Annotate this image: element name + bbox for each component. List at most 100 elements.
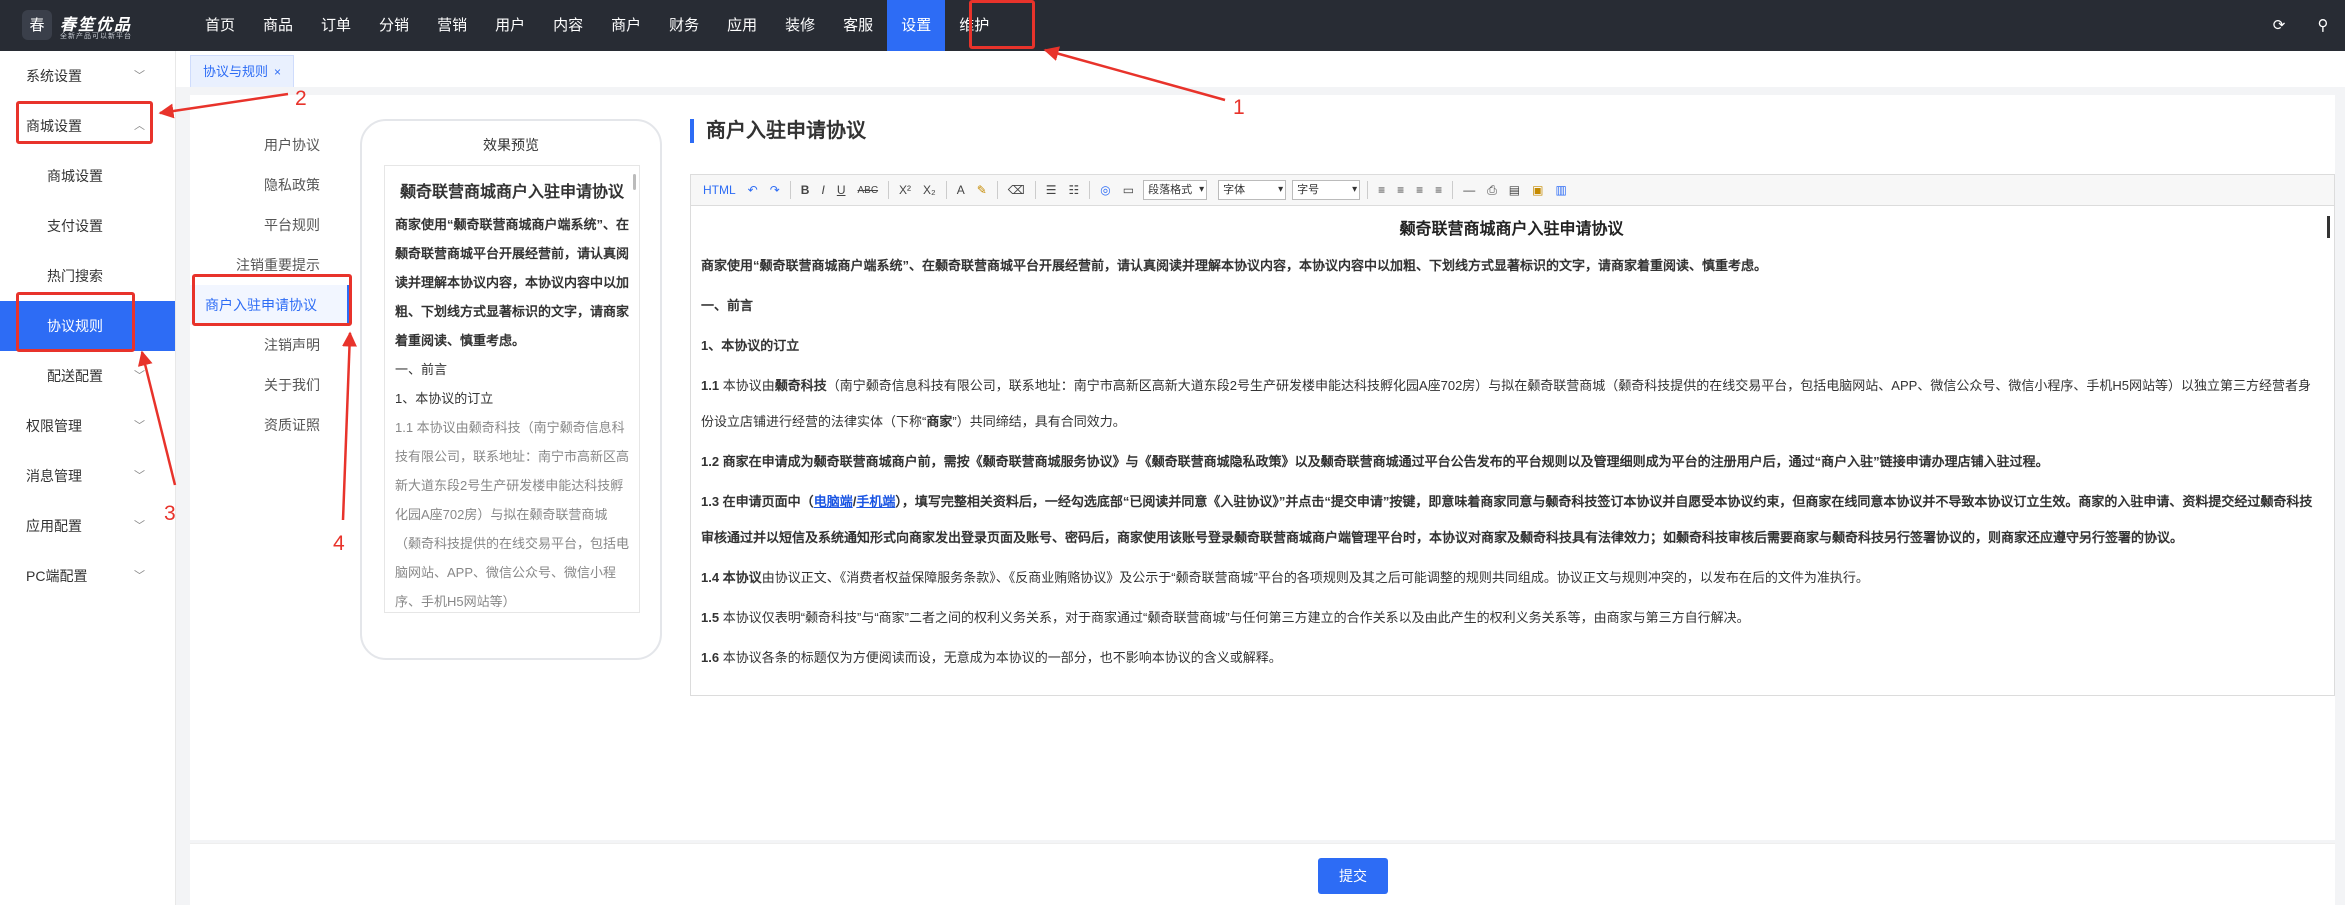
phone-preview: 效果预览 颡奇联营商城商户入驻申请协议 商家使用“颡奇联营商城商户端系统”、在颡… [360, 119, 662, 660]
annotation-number: 2 [295, 87, 307, 110]
clause-text: 本协议各条的标题仅为方便阅读而设，无意成为本协议的一部分，也不影响本协议的含义或… [719, 650, 1282, 665]
nav-merchants[interactable]: 商户 [597, 0, 655, 51]
rule-about-us[interactable]: 关于我们 [190, 365, 350, 405]
annotation-number: 1 [1233, 96, 1245, 119]
annotation-number: 3 [164, 502, 176, 525]
toolbar-divider [1452, 181, 1454, 199]
font-color-button[interactable]: A [957, 183, 965, 197]
toolbar-divider [945, 181, 947, 199]
ordered-list-icon[interactable]: ☰ [1046, 183, 1057, 197]
print-icon[interactable]: ⎙ [1487, 183, 1497, 198]
rule-cancellation-statement[interactable]: 注销声明 [190, 325, 350, 365]
bold-button[interactable]: B [801, 183, 810, 197]
nav-home[interactable]: 首页 [191, 0, 249, 51]
toolbar-divider [1367, 181, 1369, 199]
section-heading: 1、本协议的订立 [701, 338, 800, 353]
nav-decoration[interactable]: 装修 [771, 0, 829, 51]
clause-text: 本协议由 [719, 378, 775, 393]
rule-qualifications[interactable]: 资质证照 [190, 405, 350, 445]
close-icon[interactable]: × [274, 65, 281, 79]
redo-icon[interactable]: ↷ [770, 183, 780, 197]
sidebar-group-system-settings[interactable]: 系统设置 ﹀ [0, 51, 175, 101]
clause-1-5: 1.5 本协议仅表明“颡奇科技”与“商家”二者之间的权利义务关系，对于商家通过“… [701, 600, 2322, 636]
clause-1-4: 1.4 本协议由协议正文、《消费者权益保障服务条款》、《反商业贿赂协议》及公示于… [701, 560, 2322, 596]
nav-marketing[interactable]: 营销 [423, 0, 481, 51]
sidebar-group-pc-config[interactable]: PC端配置 ﹀ [0, 551, 175, 601]
rule-privacy-policy[interactable]: 隐私政策 [190, 165, 350, 205]
italic-button[interactable]: I [821, 183, 824, 197]
nav-apps[interactable]: 应用 [713, 0, 771, 51]
nav-content[interactable]: 内容 [539, 0, 597, 51]
nav-customer-service[interactable]: 客服 [829, 0, 887, 51]
font-family-select[interactable]: 字体 [1218, 180, 1287, 200]
clause-emphasis: 颡奇科技 [774, 378, 827, 393]
refresh-icon[interactable]: ⟳ [2257, 0, 2301, 51]
sidebar-item-mall-settings[interactable]: 商城设置 [0, 151, 175, 201]
preview-screen[interactable]: 颡奇联营商城商户入驻申请协议 商家使用“颡奇联营商城商户端系统”、在颡奇联营商城… [384, 165, 640, 613]
html-source-button[interactable]: HTML [703, 183, 736, 197]
top-nav-menu: 首页 商品 订单 分销 营销 用户 内容 商户 财务 应用 装修 客服 设置 维… [191, 0, 1003, 51]
underline-button[interactable]: U [837, 183, 846, 197]
align-center-icon[interactable]: ≡ [1397, 183, 1404, 197]
rich-text-editor[interactable]: 颡奇联营商城商户入驻申请协议 商家使用“颡奇联营商城商户端系统”、在颡奇联营商城… [690, 206, 2335, 696]
highlight-icon[interactable]: ✎ [977, 183, 987, 197]
sidebar-item-payment-settings[interactable]: 支付设置 [0, 201, 175, 251]
align-left-icon[interactable]: ≡ [1378, 183, 1385, 197]
anchor-icon[interactable]: ◎ [1100, 183, 1110, 197]
toolbar-divider [789, 181, 791, 199]
nav-products[interactable]: 商品 [249, 0, 307, 51]
unordered-list-icon[interactable]: ☷ [1069, 183, 1080, 197]
clear-format-icon[interactable]: ⌫ [1008, 183, 1025, 197]
clause-1-3: 1.3 在申请页面中（电脑端/手机端），填写完整相关资料后，一经勾选底部“已阅读… [701, 484, 2322, 556]
submit-button[interactable]: 提交 [1318, 858, 1388, 894]
nav-users[interactable]: 用户 [481, 0, 539, 51]
mobile-link[interactable]: 手机端 [856, 494, 895, 509]
section-heading: 一、前言 [701, 298, 754, 313]
search-icon[interactable]: ⚲ [2301, 0, 2345, 51]
nav-finance[interactable]: 财务 [655, 0, 713, 51]
brand-logo[interactable]: 春 春笙优品 全新产品可以新平台 [22, 8, 162, 42]
subscript-button[interactable]: X₂ [923, 183, 936, 197]
preview-paragraph: 1.1 本协议由颡奇科技（南宁颡奇信息科技有限公司，联系地址：南宁市高新区高新大… [395, 420, 630, 609]
undo-icon[interactable]: ↶ [748, 183, 758, 197]
font-size-select[interactable]: 字号 [1292, 180, 1361, 200]
chevron-down-icon: ﹀ [134, 370, 145, 382]
main-content: 用户协议 隐私政策 平台规则 注销重要提示 商户入驻申请协议 注销声明 关于我们… [190, 95, 2335, 840]
image-icon[interactable]: ▣ [1532, 183, 1543, 197]
pc-link[interactable]: 电脑端 [814, 494, 853, 509]
tab-agreement-rules[interactable]: 协议与规则 × [190, 55, 295, 87]
editor-heading: 商户入驻申请协议 [690, 119, 866, 143]
horizontal-rule-icon[interactable]: — [1463, 183, 1475, 197]
clause-label: 1.1 [701, 378, 720, 393]
sidebar-group-app-config[interactable]: 应用配置 ﹀ [0, 501, 175, 551]
clause-text: 1.3 在申请页面中（ [701, 494, 814, 509]
logo-mark-icon: 春 [22, 10, 52, 40]
align-right-icon[interactable]: ≡ [1416, 183, 1423, 197]
paste-icon[interactable]: ▤ [1509, 183, 1520, 197]
sidebar-item-delivery-config[interactable]: 配送配置 ﹀ [0, 351, 175, 401]
form-footer: 提交 [190, 843, 2335, 905]
clause-label: 1.4 本协议 [701, 570, 762, 585]
editor-toolbar: HTML ↶ ↷ B I U ABC X² X₂ A ✎ ⌫ ☰ ☷ ◎ ▭ 段… [690, 174, 2335, 206]
annotation-box-agreement-rules [16, 292, 135, 352]
strikethrough-button[interactable]: ABC [857, 185, 878, 196]
chevron-down-icon: ﹀ [134, 70, 145, 82]
nav-settings[interactable]: 设置 [887, 0, 946, 51]
editor-scrollbar[interactable] [2327, 216, 2330, 238]
top-navbar: 春 春笙优品 全新产品可以新平台 首页 商品 订单 分销 营销 用户 内容 商户… [0, 0, 2345, 51]
save-icon[interactable]: ▥ [1555, 183, 1566, 197]
sidebar: 系统设置 ﹀ 商城设置 ︿ 商城设置 支付设置 热门搜索 协议规则 配送配置 ﹀… [0, 51, 176, 905]
rule-platform-rules[interactable]: 平台规则 [190, 205, 350, 245]
nav-orders[interactable]: 订单 [307, 0, 365, 51]
superscript-button[interactable]: X² [899, 183, 911, 197]
nav-distribution[interactable]: 分销 [365, 0, 423, 51]
sidebar-group-messages[interactable]: 消息管理 ﹀ [0, 451, 175, 501]
page-icon[interactable]: ▭ [1123, 183, 1134, 197]
sidebar-group-permissions[interactable]: 权限管理 ﹀ [0, 401, 175, 451]
preview-scrollbar[interactable] [633, 174, 636, 190]
rule-user-agreement[interactable]: 用户协议 [190, 125, 350, 165]
align-justify-icon[interactable]: ≡ [1435, 183, 1442, 197]
sidebar-group-label: 权限管理 [26, 418, 82, 434]
preview-paragraph: 1、本协议的订立 [395, 391, 494, 406]
paragraph-format-select[interactable]: 段落格式 [1143, 180, 1208, 200]
